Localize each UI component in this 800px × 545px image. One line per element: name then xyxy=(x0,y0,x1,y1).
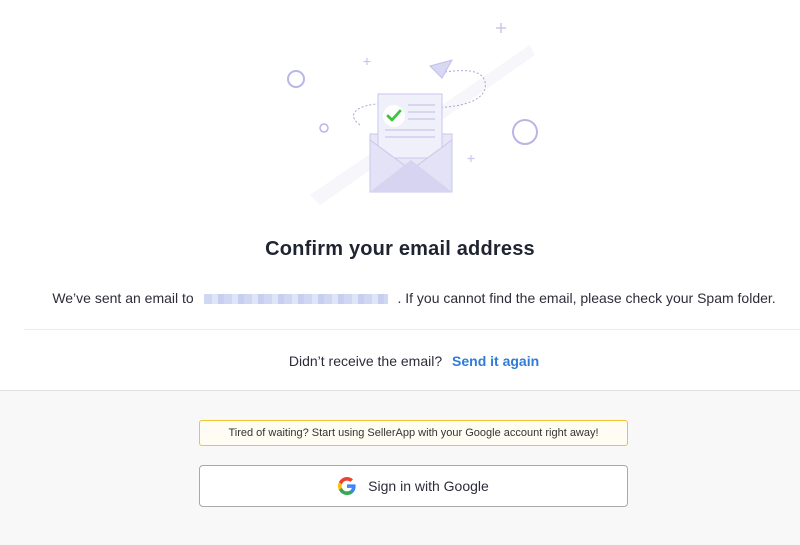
resend-question: Didn’t receive the email? xyxy=(288,353,443,369)
page-title: Confirm your email address xyxy=(265,238,535,260)
google-g-icon xyxy=(338,477,356,495)
sign-in-with-google-button[interactable]: Sign in with Google xyxy=(199,465,628,507)
sent-prefix: We’ve sent an email to xyxy=(52,290,194,306)
sent-suffix: . If you cannot find the email, please c… xyxy=(397,290,776,306)
email-sent-message: We’ve sent an email to . If you cannot f… xyxy=(0,290,800,306)
google-button-label: Sign in with Google xyxy=(368,478,489,494)
send-again-link[interactable]: Send it again xyxy=(452,353,539,369)
confirm-panel: Confirm your email address We’ve sent an… xyxy=(0,0,800,390)
email-sent-illustration xyxy=(270,10,550,210)
divider xyxy=(24,329,800,330)
envelope-icon xyxy=(287,23,538,205)
resend-row: Didn’t receive the email? Send it again xyxy=(0,353,800,369)
google-promo-banner: Tired of waiting? Start using SellerApp … xyxy=(199,420,628,446)
redacted-email xyxy=(203,294,388,305)
